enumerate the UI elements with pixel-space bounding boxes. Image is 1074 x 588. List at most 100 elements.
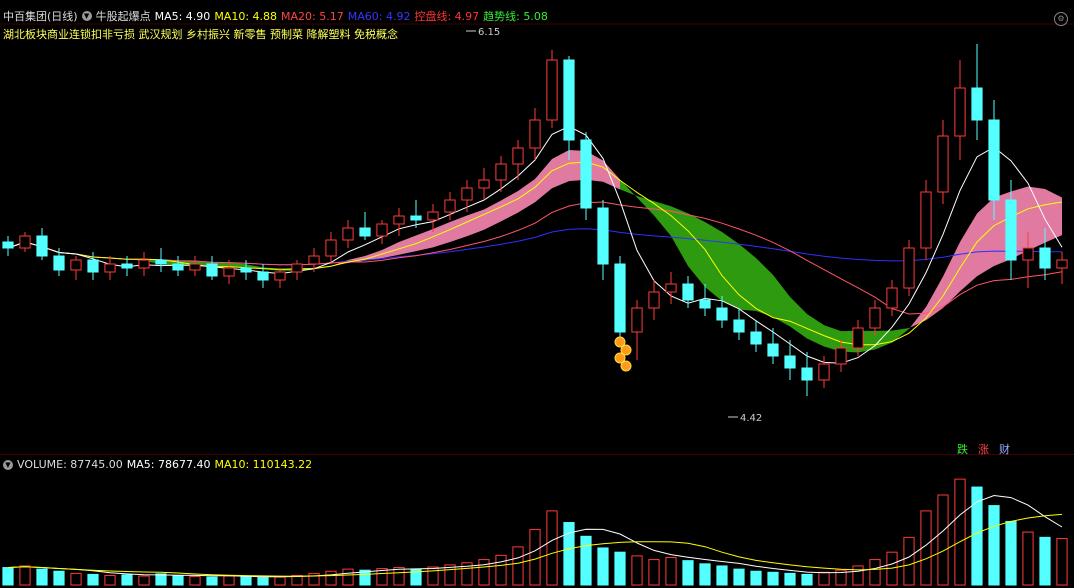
ma20-value: MA20: 5.17: [281, 9, 344, 23]
candle-down: [206, 263, 218, 277]
volume-bar-up: [427, 566, 439, 586]
volume-bar-up: [104, 574, 116, 586]
signal-marker: [620, 360, 632, 372]
ma5-value: MA5: 4.90: [154, 9, 211, 23]
candle-up: [529, 119, 541, 149]
candle-up: [886, 287, 898, 309]
candle-down: [257, 271, 269, 281]
candle-down: [801, 367, 813, 381]
candle-up: [665, 283, 677, 293]
trend-band-up: [943, 242, 960, 308]
trend-band-up: [484, 200, 501, 230]
candle-up: [70, 259, 82, 271]
candle-up: [104, 263, 116, 273]
candle-up: [1022, 247, 1034, 261]
candle-up: [648, 291, 660, 309]
candle-down: [716, 307, 728, 321]
volume-bar-up: [1022, 531, 1034, 586]
volume-bar-down: [87, 573, 99, 586]
candle-up: [903, 247, 915, 289]
qushi-value: 趋势线: 5.08: [483, 10, 548, 23]
stock-title[interactable]: 中百集团(日线): [3, 8, 78, 24]
volume-bar-down: [2, 567, 14, 586]
candle-down: [988, 119, 1000, 201]
high-price-label: 6.15: [478, 27, 500, 38]
volume-bar-down: [716, 565, 728, 586]
volume-bar-down: [801, 573, 813, 586]
candle-down: [1039, 247, 1051, 269]
trend-band-down: [756, 258, 773, 317]
candle-up: [223, 267, 235, 277]
volume-bar-up: [546, 510, 558, 586]
volume-bar-down: [750, 570, 762, 586]
volume-bar-up: [665, 556, 677, 586]
ma5-line: [7, 125, 1063, 364]
volume-bar-up: [223, 575, 235, 586]
volume-bar-up: [869, 559, 881, 586]
candle-down: [410, 215, 422, 221]
trend-band-up: [501, 191, 518, 222]
candle-up: [376, 223, 388, 237]
candle-up: [954, 87, 966, 137]
candle-down: [614, 263, 626, 333]
ma60-value: MA60: 4.92: [347, 9, 411, 23]
candle-up: [461, 187, 473, 201]
trend-band-up: [1045, 189, 1062, 243]
candle-down: [87, 259, 99, 273]
trend-band-down: [739, 244, 756, 311]
volume-bar-up: [325, 570, 337, 586]
candle-down: [36, 235, 48, 257]
candle-up: [444, 199, 456, 213]
candle-down: [359, 227, 371, 237]
volume-bar-down: [206, 576, 218, 586]
candle-down: [784, 355, 796, 369]
candle-down: [733, 319, 745, 333]
candle-down: [563, 59, 575, 141]
volume-bar-down: [53, 570, 65, 586]
candle-up: [546, 59, 558, 121]
indicator-dropdown-icon[interactable]: ▼: [81, 11, 92, 21]
trend-band-up: [399, 235, 416, 255]
volume-bar-up: [189, 576, 201, 586]
trend-band-down: [807, 314, 824, 347]
volume-bar-up: [852, 565, 864, 586]
candle-up: [852, 327, 864, 349]
candle-up: [291, 263, 303, 273]
volume-chart[interactable]: [0, 455, 1074, 588]
candle-down: [767, 343, 779, 357]
volume-bar-down: [614, 551, 626, 586]
trend-band-up: [977, 197, 994, 277]
settings-icon[interactable]: ⚙: [1054, 12, 1068, 26]
volume-bar-down: [240, 576, 252, 586]
concept-tags: 湖北板块商业连锁扣非亏损 武汉规划 乡村振兴 新零售 预制菜 降解塑料 免税概念: [3, 28, 398, 41]
volume-bar-down: [733, 568, 745, 586]
candle-up: [512, 147, 524, 165]
volume-bar-up: [342, 568, 354, 586]
volume-bar-up: [954, 478, 966, 586]
volume-dropdown-icon[interactable]: ▼: [3, 459, 13, 470]
candle-up: [495, 163, 507, 181]
candle-down: [172, 263, 184, 271]
volume-bar-down: [36, 568, 48, 586]
volume-bar-up: [903, 536, 915, 586]
price-chart[interactable]: 6.15 4.42: [0, 0, 1074, 455]
indicator-name[interactable]: 牛股起爆点: [96, 8, 151, 24]
volume-bar-up: [308, 572, 320, 586]
candle-up: [342, 227, 354, 241]
candle-down: [121, 263, 133, 269]
kongpan-value: 控盘线: 4.97: [414, 10, 480, 23]
volume-bar-down: [1005, 520, 1017, 586]
candle-up: [869, 307, 881, 329]
volume-ma10: MA10: 110143.22: [214, 458, 313, 471]
trend-band-up: [433, 222, 450, 248]
candle-up: [138, 259, 150, 269]
volume-bar-up: [529, 528, 541, 586]
candle-down: [699, 299, 711, 309]
trend-band-down: [875, 330, 892, 350]
low-price-label: 4.42: [740, 413, 762, 424]
volume-ma5: MA5: 78677.40: [126, 458, 211, 471]
volume-bar-down: [784, 572, 796, 586]
volume-bar-up: [274, 576, 286, 586]
volume-bar-up: [70, 572, 82, 586]
volume-bar-up: [478, 559, 490, 586]
